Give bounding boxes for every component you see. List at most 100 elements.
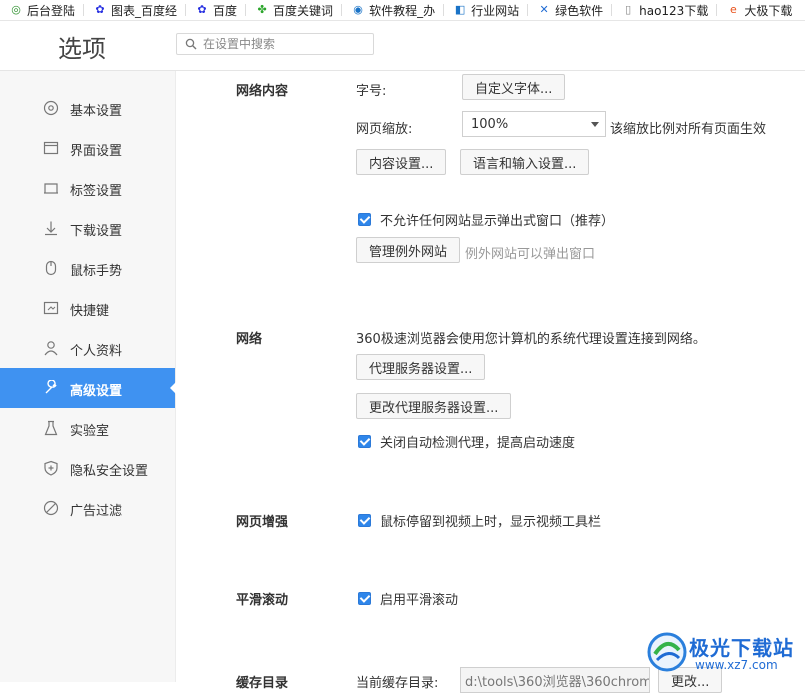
bookmark-label: 行业网站 [471, 3, 520, 18]
zoom-hint: 该缩放比例对所有页面生效 [610, 122, 767, 137]
search-input[interactable] [201, 36, 365, 52]
search-box[interactable] [176, 33, 374, 55]
language-input-button[interactable]: 语言和输入设置... [460, 149, 590, 175]
sidebar-item-label: 界面设置 [70, 144, 123, 159]
shield-icon [44, 460, 58, 476]
sidebar-item-label: 个人资料 [70, 344, 123, 359]
checkbox-checked-icon[interactable] [358, 213, 371, 226]
bookmark-label: 图表_百度经 [111, 3, 178, 18]
sidebar-item-label: 高级设置 [70, 384, 123, 399]
change-proxy-button[interactable]: 更改代理服务器设置... [356, 393, 512, 419]
watermark-logo: 极光下载站 www.xz7.com [645, 628, 800, 678]
smooth-scroll-checkbox[interactable]: 启用平滑滚动 [358, 589, 458, 608]
options-header: 选项 [0, 21, 805, 71]
bookmark-separator [83, 4, 85, 16]
watermark-url: www.xz7.com [695, 658, 778, 672]
sidebar-item-label: 隐私安全设置 [70, 464, 149, 479]
sidebar-item-label: 基本设置 [70, 104, 123, 119]
manage-exceptions-button[interactable]: 管理例外网站 [356, 237, 461, 263]
bookmark-label: 大极下载 [744, 3, 793, 18]
zoom-label: 网页缩放: [356, 122, 413, 137]
section-network: 网络 [236, 332, 263, 347]
bookmark-item[interactable]: ✤ 百度关键词 [256, 2, 333, 19]
network-description: 360极速浏览器会使用您计算机的系统代理设置连接到网络。 [356, 332, 706, 347]
popup-block-checkbox[interactable]: 不允许任何网站显示弹出式窗口（推荐） [358, 210, 614, 229]
wrench-icon [45, 380, 57, 394]
sidebar-item-block[interactable]: 广告过滤 [0, 488, 175, 528]
section-web-content: 网络内容 [236, 84, 289, 99]
bookmarks-bar: ◎ 后台登陆 ✿ 图表_百度经 ✿ 百度 ✤ 百度关键词 ◉ 软件教程_办 ◧ 行业网站 ✕ 绿色软件 ▯ h… [0, 0, 805, 21]
window-icon [43, 141, 59, 155]
download-icon [45, 221, 57, 236]
checkbox-checked-icon[interactable] [358, 592, 371, 605]
bookmark-label: 绿色软件 [555, 3, 604, 18]
zoom-select[interactable]: 100% [462, 111, 606, 137]
popup-block-label: 不允许任何网站显示弹出式窗口（推荐） [380, 214, 615, 229]
bookmark-separator [716, 4, 718, 16]
checkbox-checked-icon[interactable] [358, 435, 371, 448]
bookmark-item[interactable]: ✿ 百度 [196, 2, 237, 19]
x-icon: ✕ [539, 3, 549, 16]
sidebar-item-mouse[interactable]: 鼠标手势 [0, 248, 175, 288]
bookmark-separator [185, 4, 187, 16]
flag-icon: ◧ [454, 3, 466, 16]
bookmark-separator [245, 4, 247, 16]
sidebar-item-keyboard[interactable]: 快捷键 [0, 288, 175, 328]
proxy-settings-button[interactable]: 代理服务器设置... [356, 354, 486, 380]
page-title: 选项 [58, 35, 106, 63]
search-icon [185, 38, 197, 50]
bookmark-separator [341, 4, 343, 16]
sidebar-item-label: 快捷键 [70, 304, 110, 319]
disc-icon [43, 100, 59, 116]
sidebar-item-shield[interactable]: 隐私安全设置 [0, 448, 175, 488]
logo-swirl-icon [647, 632, 687, 672]
swirl-icon: ◎ [11, 3, 21, 16]
video-toolbar-checkbox[interactable]: 鼠标停留到视频上时，显示视频工具栏 [358, 511, 601, 530]
sidebar: 基本设置界面设置标签设置下载设置鼠标手势快捷键个人资料高级设置实验室隐私安全设置… [0, 71, 176, 682]
e-icon: e [729, 3, 737, 16]
bookmark-item[interactable]: ◉ 软件教程_办 [352, 2, 435, 19]
section-smooth-scroll: 平滑滚动 [236, 593, 289, 608]
auto-detect-proxy-checkbox[interactable]: 关闭自动检测代理，提高启动速度 [358, 432, 575, 451]
leaf-icon: ✤ [257, 3, 267, 16]
checkbox-checked-icon[interactable] [358, 514, 371, 527]
sidebar-item-label: 实验室 [70, 424, 110, 439]
chevron-down-icon [591, 122, 599, 127]
bookmark-item[interactable]: e 大极下载 [727, 2, 792, 19]
smooth-scroll-label: 启用平滑滚动 [380, 593, 459, 608]
bookmark-item[interactable]: ◧ 行业网站 [454, 2, 519, 19]
sidebar-item-tab[interactable]: 标签设置 [0, 168, 175, 208]
bookmark-label: 百度关键词 [273, 3, 334, 18]
bookmark-label: 软件教程_办 [369, 3, 436, 18]
sidebar-item-wrench[interactable]: 高级设置 [0, 368, 176, 408]
sidebar-item-window[interactable]: 界面设置 [0, 128, 175, 168]
font-size-label: 字号: [356, 84, 387, 99]
sidebar-item-label: 下载设置 [70, 224, 123, 239]
baidu-paw-icon: ✿ [95, 3, 105, 16]
section-page-enhance: 网页增强 [236, 515, 289, 530]
bookmark-label: 后台登陆 [27, 3, 76, 18]
watermark-title: 极光下载站 [689, 636, 794, 660]
sidebar-item-disc[interactable]: 基本设置 [0, 88, 175, 128]
tab-icon [44, 183, 58, 194]
auto-detect-proxy-label: 关闭自动检测代理，提高启动速度 [380, 436, 576, 451]
content-settings-button[interactable]: 内容设置... [356, 149, 447, 175]
block-icon [43, 500, 59, 516]
bookmark-label: hao123下载 [639, 3, 709, 18]
bookmark-separator [527, 4, 529, 16]
custom-font-button[interactable]: 自定义字体... [462, 74, 566, 100]
bookmark-item[interactable]: ◎ 后台登陆 [10, 2, 75, 19]
sidebar-item-person[interactable]: 个人资料 [0, 328, 175, 368]
bookmark-item[interactable]: ✿ 图表_百度经 [94, 2, 177, 19]
sidebar-item-label: 鼠标手势 [70, 264, 123, 279]
bookmark-item[interactable]: ▯ hao123下载 [622, 2, 708, 19]
bookmark-item[interactable]: ✕ 绿色软件 [538, 2, 603, 19]
sidebar-item-label: 标签设置 [70, 184, 123, 199]
cache-path-field[interactable]: d:\tools\360浏览器\360chrome\ [460, 667, 650, 693]
sidebar-item-flask[interactable]: 实验室 [0, 408, 175, 448]
sidebar-item-label: 广告过滤 [70, 504, 123, 519]
sidebar-item-download[interactable]: 下载设置 [0, 208, 175, 248]
person-icon [44, 341, 58, 356]
mouse-icon [45, 260, 57, 276]
keyboard-icon [43, 301, 59, 315]
